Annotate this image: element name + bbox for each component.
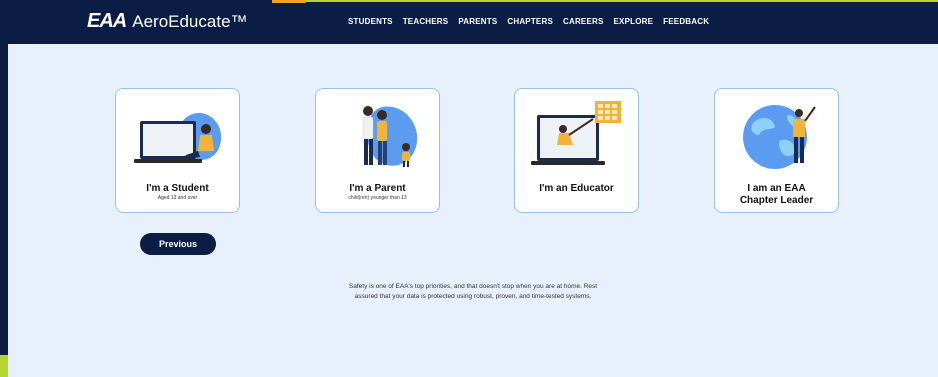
nav-parents[interactable]: PARENTS <box>458 17 497 26</box>
data-safety-notice: Safety is one of EAA's top priorities, a… <box>348 283 598 300</box>
active-nav-indicator <box>272 0 306 3</box>
chapter-leader-card[interactable]: I am an EAA Chapter Leader <box>714 88 839 213</box>
educator-board-icon <box>531 101 621 165</box>
left-edge-bar <box>0 44 8 377</box>
nav-students[interactable]: STUDENTS <box>348 17 393 26</box>
nav-careers[interactable]: CAREERS <box>563 17 604 26</box>
student-card[interactable]: I'm a Student Aged 13 and over <box>115 88 240 213</box>
nav-teachers[interactable]: TEACHERS <box>403 17 449 26</box>
main-content: I'm a Student Aged 13 and over I'm a Par… <box>8 44 938 377</box>
parent-card-title: I'm a Parent <box>349 183 406 194</box>
header-accent-line <box>306 0 938 2</box>
top-navigation-bar: EAA AeroEducate™ STUDENTS TEACHERS PAREN… <box>0 0 938 44</box>
main-nav: STUDENTS TEACHERS PARENTS CHAPTERS CAREE… <box>348 17 709 26</box>
student-card-title: I'm a Student <box>146 183 209 194</box>
parent-card[interactable]: I'm a Parent child(ren) younger than 13 <box>315 88 440 213</box>
nav-chapters[interactable]: CHAPTERS <box>507 17 553 26</box>
eaa-logo-mark: EAA <box>87 10 127 32</box>
nav-explore[interactable]: EXPLORE <box>614 17 654 26</box>
left-edge-accent <box>0 355 8 377</box>
student-card-subtitle: Aged 13 and over <box>157 195 198 201</box>
logo-text: AeroEducate™ <box>132 11 248 31</box>
parent-card-subtitle: child(ren) younger than 13 <box>348 195 407 201</box>
educator-card-title: I'm an Educator <box>539 183 614 194</box>
previous-button[interactable]: Previous <box>140 233 216 255</box>
parent-family-icon <box>362 106 418 167</box>
chapter-leader-globe-icon <box>743 105 816 169</box>
nav-feedback[interactable]: FEEDBACK <box>663 17 709 26</box>
student-laptop-icon <box>134 113 222 163</box>
educator-card[interactable]: I'm an Educator <box>514 88 639 213</box>
chapter-leader-card-title: I am an EAA Chapter Leader <box>739 183 814 206</box>
aeroeducate-logo[interactable]: EAA AeroEducate™ <box>87 10 248 33</box>
